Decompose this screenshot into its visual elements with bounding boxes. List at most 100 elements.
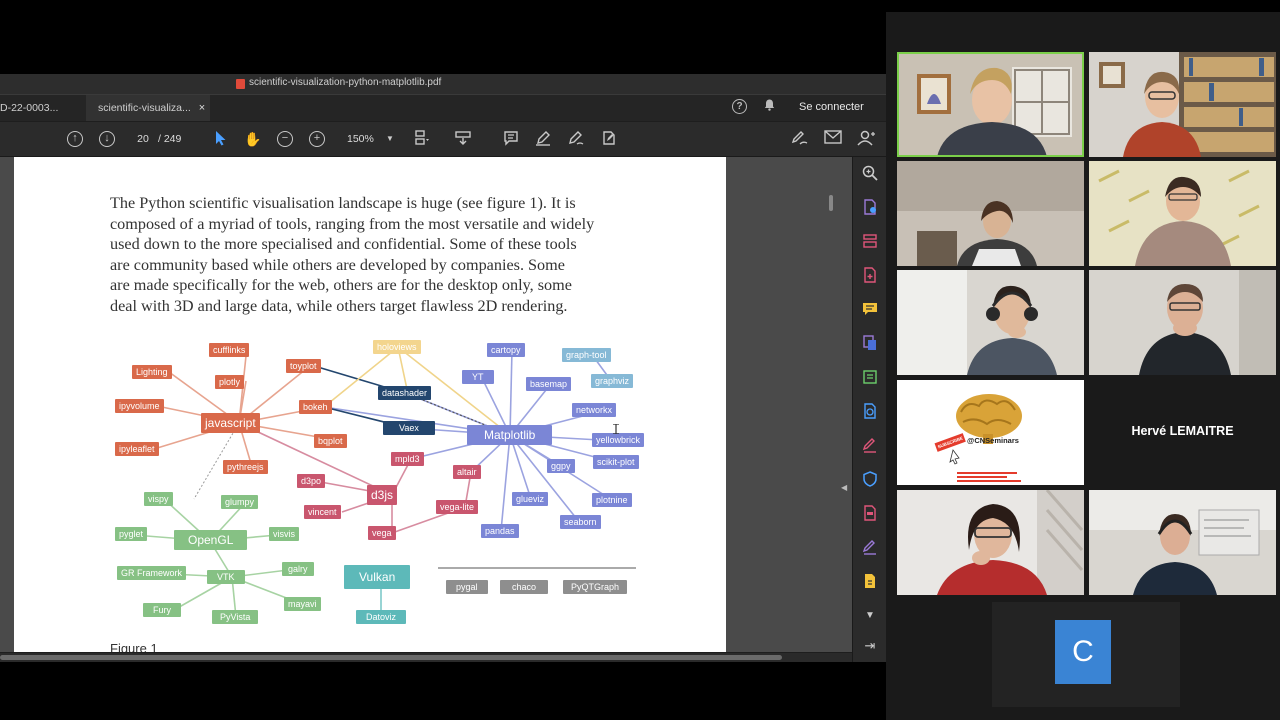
node-altair: altair (453, 465, 481, 479)
organize-pages-icon[interactable] (861, 233, 879, 251)
node-pyqtgraph: PyQTGraph (563, 580, 628, 594)
node-visvis: visvis (269, 527, 299, 541)
node-ipyleaflet: ipyleaflet (115, 442, 159, 456)
node-glumpy: glumpy (221, 495, 259, 509)
email-icon[interactable] (824, 130, 842, 148)
document-viewport[interactable]: The Python scientific visualisation land… (0, 157, 852, 652)
node-d3po: d3po (297, 474, 326, 488)
node-mpld3: mpld3 (391, 452, 424, 466)
select-cursor-icon[interactable] (212, 130, 230, 148)
scan-ocr-icon[interactable] (861, 369, 879, 387)
participant-tile[interactable] (897, 490, 1084, 595)
node-vtk: VTK (207, 570, 245, 584)
tab-label: D-22-0003... (0, 102, 59, 114)
participant-name-tile[interactable]: Hervé LEMAITRE (1089, 380, 1276, 485)
node-ipyvolume: ipyvolume (115, 399, 164, 413)
highlight-pen-icon[interactable] (534, 130, 552, 148)
node-vulkan: Vulkan (344, 565, 411, 589)
node-gr-framework: GR Framework (117, 566, 187, 580)
participant-tile[interactable] (1089, 161, 1276, 266)
node-yt: YT (462, 370, 494, 384)
zoom-in-icon[interactable]: + (309, 131, 325, 147)
node-d3js: d3js (367, 485, 398, 505)
edit-pdf-icon[interactable] (600, 130, 618, 148)
more-tools-chevron-icon[interactable]: ▼ (861, 607, 879, 625)
node-graph-tool: graph-tool (562, 348, 611, 362)
node-seaborn: seaborn (560, 515, 601, 529)
export-pdf-icon[interactable] (861, 199, 879, 217)
protect-shield-icon[interactable] (861, 471, 879, 489)
top-band (0, 0, 1280, 12)
edit-tool-icon[interactable] (861, 539, 879, 557)
page-number-input[interactable]: 20 (128, 130, 158, 148)
node-networkx: networkx (572, 403, 617, 417)
sign-in-link[interactable]: Se connecter (799, 101, 864, 113)
node-plotnine: plotnine (592, 493, 632, 507)
window-titlebar: scientific-visualization-python-matplotl… (0, 74, 886, 95)
enhance-scans-icon[interactable] (861, 403, 879, 421)
seminar-logo-tile[interactable]: @CNSeminars SUBSCRIBE (897, 380, 1084, 485)
scroll-mode-icon[interactable] (454, 130, 472, 148)
video-gallery: @CNSeminars SUBSCRIBE Hervé LEMAITRE C (886, 12, 1280, 720)
tab-document-2[interactable]: scientific-visualiza... × (86, 95, 210, 121)
sign-icon[interactable] (791, 130, 809, 148)
combine-files-icon[interactable] (861, 335, 879, 353)
draw-icon[interactable] (567, 130, 585, 148)
window-title: scientific-visualization-python-matplotl… (249, 77, 442, 88)
node-chaco: chaco (500, 580, 549, 594)
node-toyplot: toyplot (286, 359, 321, 373)
node-plotly: plotly (215, 375, 245, 389)
help-icon[interactable]: ? (732, 99, 747, 114)
page-layout-icon[interactable] (413, 130, 431, 148)
hand-tool-icon[interactable]: ✋ (244, 130, 262, 148)
node-datashader: datashader (378, 386, 432, 400)
node-scikit-plot: scikit-plot (593, 455, 639, 469)
close-tab-icon[interactable]: × (199, 102, 205, 114)
comment-icon[interactable] (502, 130, 520, 148)
participant-tile[interactable] (1089, 490, 1276, 595)
node-ggpy: ggpy (547, 459, 575, 473)
send-comments-icon[interactable] (861, 573, 879, 591)
search-zoom-icon[interactable] (861, 165, 879, 183)
vertical-scrollbar[interactable] (829, 195, 833, 211)
node-pyglet: pyglet (115, 527, 148, 541)
participant-tile[interactable] (1089, 270, 1276, 375)
pdf-page: The Python scientific visualisation land… (14, 157, 726, 652)
node-vaex: Vaex (383, 421, 435, 435)
tab-document-1[interactable]: D-22-0003... (0, 95, 84, 121)
node-javascript: javascript (201, 413, 260, 433)
participant-avatar: C (1055, 620, 1111, 684)
participant-tile[interactable] (1089, 52, 1276, 157)
node-cartopy: cartopy (487, 343, 525, 357)
collapse-panel-icon[interactable]: ◀ (841, 483, 847, 493)
scrollbar-thumb[interactable] (0, 655, 782, 660)
zoom-level-select[interactable]: 150% (347, 130, 374, 148)
next-page-icon[interactable]: ↓ (99, 131, 115, 147)
create-pdf-icon[interactable] (861, 267, 879, 285)
toolbar: ↑ ↓ 20 / 249 ✋ − + 150% ▼ (0, 122, 886, 157)
horizontal-scrollbar[interactable] (0, 653, 852, 662)
page-total: / 249 (158, 133, 182, 145)
node-bqplot: bqplot (314, 434, 347, 448)
participant-tile[interactable] (897, 270, 1084, 375)
zoom-out-icon[interactable]: − (277, 131, 293, 147)
comment-panel-icon[interactable] (861, 301, 879, 319)
participant-tile-active-speaker[interactable] (897, 52, 1084, 157)
participant-name: Hervé LEMAITRE (1131, 424, 1234, 438)
node-opengl: OpenGL (174, 530, 248, 550)
notification-bell-icon[interactable] (764, 99, 775, 111)
pdf-file-icon (236, 79, 245, 89)
expand-panel-icon[interactable]: ⇥ (861, 637, 879, 655)
node-pythreejs: pythreejs (223, 460, 268, 474)
node-lighting: Lighting (132, 365, 172, 379)
share-user-icon[interactable] (857, 130, 875, 148)
chevron-down-icon[interactable]: ▼ (386, 130, 394, 148)
node-vega-lite: vega-lite (436, 500, 479, 514)
participant-tile[interactable] (897, 161, 1084, 266)
brain-logo-icon (897, 380, 1084, 485)
fill-sign-icon[interactable] (861, 437, 879, 455)
tab-label: scientific-visualiza... (98, 102, 191, 114)
redact-icon[interactable] (861, 505, 879, 523)
previous-page-icon[interactable]: ↑ (67, 131, 83, 147)
figure-caption: Figure 1 (110, 641, 158, 652)
